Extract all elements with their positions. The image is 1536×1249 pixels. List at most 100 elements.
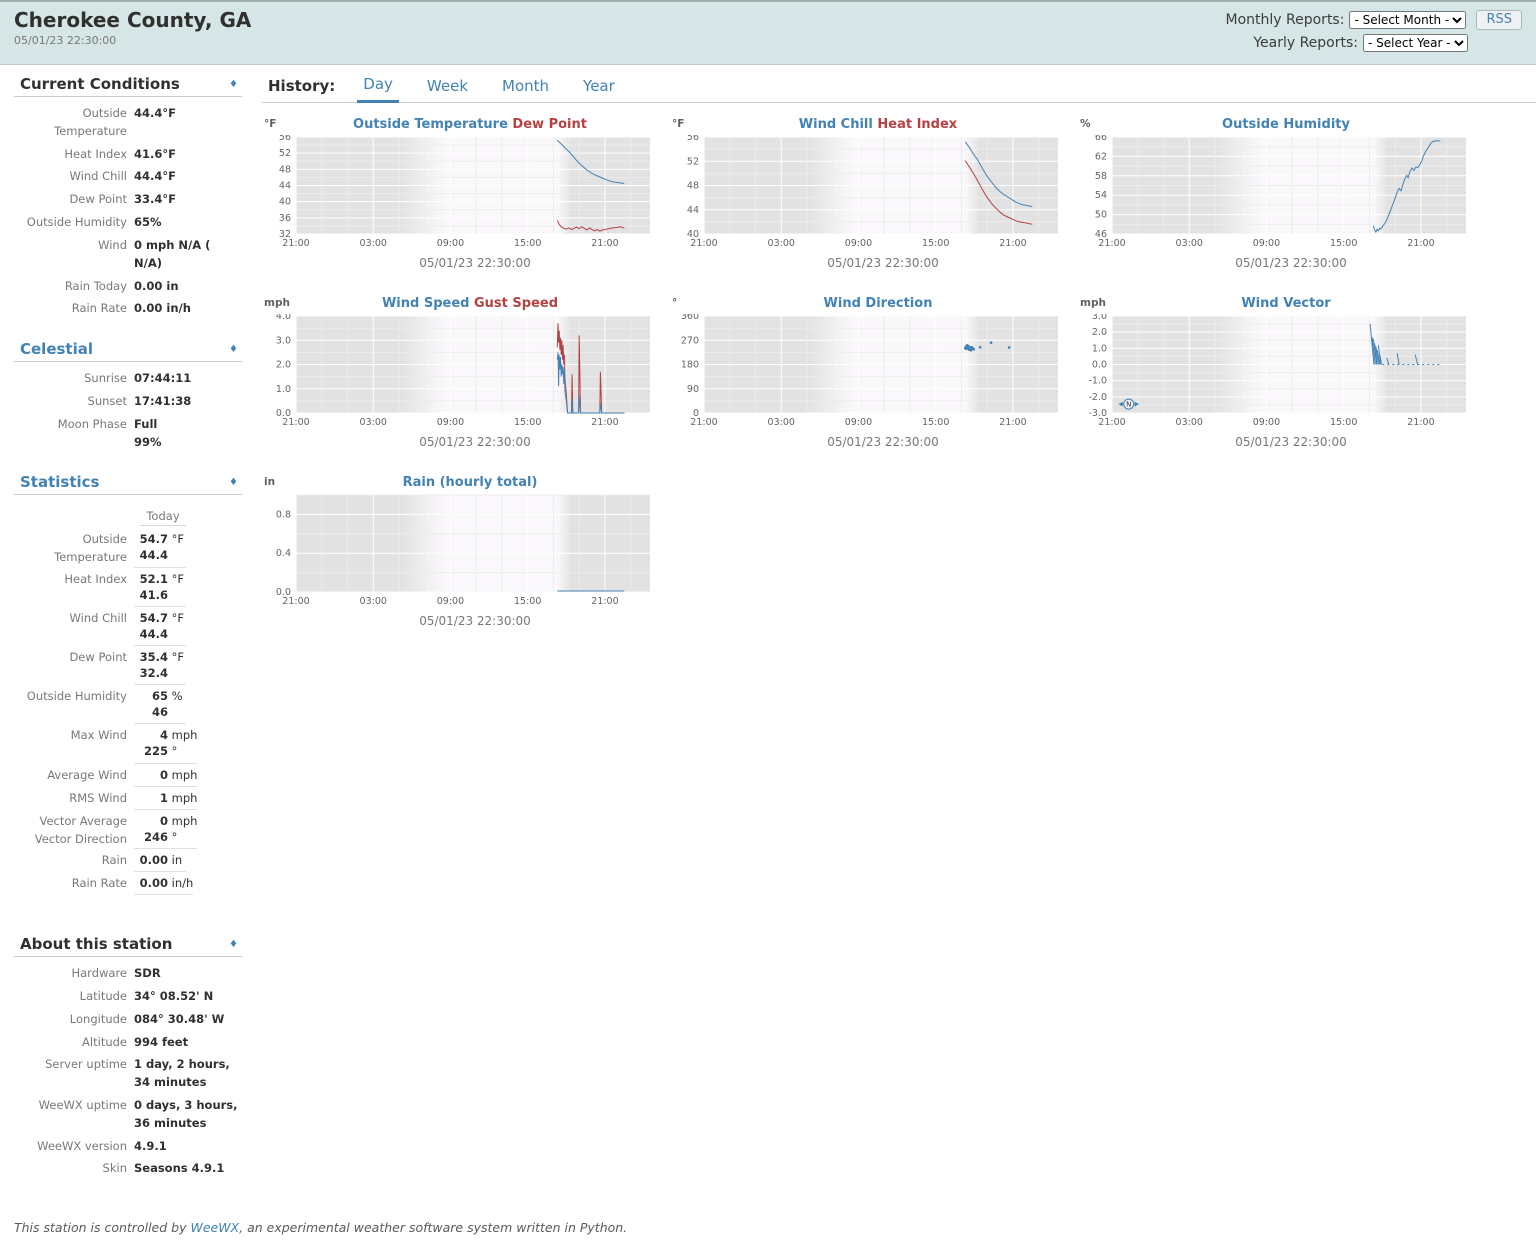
tab-year[interactable]: Year [577,77,621,102]
statistics-row: Max Wind4 mph225 ° [14,724,242,763]
current-condition-row-label: Heat Index [14,146,134,164]
statistics-row: Vector AverageVector Direction0 mph246 ° [14,810,242,849]
current-conditions-body: Outside Temperature44.4°FHeat Index41.6°… [14,97,242,318]
statistics-row-label: Wind Chill [14,607,134,646]
about-row: Altitude994 feet [14,1034,242,1052]
svg-text:21:00: 21:00 [690,417,717,428]
chart-unit-label: °F [672,118,684,130]
statistics-row-value: 0.00 in/h [134,872,193,895]
statistics-row-value: 0 mph [134,764,197,787]
yearly-reports-select[interactable]: - Select Year - [1363,34,1468,52]
chart-wind-vector: mphWind Vector3.02.01.00.0-1.0-2.0-3.021… [1078,296,1470,449]
svg-text:21:00: 21:00 [1098,417,1125,428]
collapse-diamond-icon[interactable]: ♦ [229,79,238,90]
celestial-header[interactable]: Celestial ♦ [14,340,242,362]
svg-text:48: 48 [279,164,291,175]
statistics-body: Outside Temperature54.7 °F44.4Heat Index… [14,528,242,895]
tab-month[interactable]: Month [496,77,555,102]
collapse-diamond-icon[interactable]: ♦ [229,939,238,950]
about-row-label: Skin [14,1160,134,1178]
history-label: History: [268,77,335,102]
celestial-row-label: Moon Phase [14,416,134,452]
chart-date-label: 05/01/23 22:30:00 [1078,435,1470,449]
current-condition-row-value: 0.00 in/h [134,300,191,318]
current-condition-row-value: 44.4°F [134,105,176,141]
svg-text:52: 52 [687,156,699,167]
svg-text:44: 44 [279,181,291,192]
current-condition-row: Dew Point33.4°F [14,191,242,209]
current-condition-row: Outside Humidity65% [14,214,242,232]
chart-plot: 3.02.01.00.0-1.0-2.0-3.021:0003:0009:001… [1078,314,1470,428]
current-condition-row-value: 33.4°F [134,191,176,209]
chart-wind-speed-gust-speed: mphWind Speed Gust Speed4.03.02.01.00.02… [262,296,654,449]
statistics-row: Wind Chill54.7 °F44.4 [14,607,242,646]
celestial-row: Sunset17:41:38 [14,393,242,411]
svg-text:15:00: 15:00 [514,238,541,249]
svg-text:0.8: 0.8 [276,509,291,520]
current-conditions-header[interactable]: Current Conditions ♦ [14,75,242,97]
chart-wind-direction: °Wind Direction36027018090021:0003:0009:… [670,296,1062,449]
statistics-row-value: 0 mph246 ° [134,810,197,849]
svg-text:21:00: 21:00 [591,596,618,607]
about-header[interactable]: About this station ♦ [14,935,242,957]
svg-text:15:00: 15:00 [922,417,949,428]
weewx-link[interactable]: WeeWX [190,1220,239,1235]
about-row-value: Seasons 4.9.1 [134,1160,224,1178]
statistics-row-value: 4 mph225 ° [134,724,197,763]
charts-grid: °FOutside Temperature Dew Point565248444… [262,103,1536,654]
current-condition-row-label: Rain Today [14,278,134,296]
statistics-row: Heat Index52.1 °F41.6 [14,568,242,607]
about-row-value: SDR [134,965,161,983]
current-condition-row-label: Outside Temperature [14,105,134,141]
collapse-diamond-icon[interactable]: ♦ [229,477,238,488]
about-row: SkinSeasons 4.9.1 [14,1160,242,1178]
svg-text:3.0: 3.0 [1092,314,1107,322]
current-condition-row-value: 0.00 in [134,278,179,296]
chart-plot: 4.03.02.01.00.021:0003:0009:0015:0021:00 [262,314,654,428]
about-row-value: 084° 30.48' W [134,1011,224,1029]
about-row: Server uptime1 day, 2 hours, 34 minutes [14,1056,242,1092]
chart-wind-chill-heat-index: °FWind Chill Heat Index565248444021:0003… [670,117,1062,270]
celestial-body: Sunrise07:44:11Sunset17:41:38Moon PhaseF… [14,362,242,451]
svg-text:03:00: 03:00 [360,596,387,607]
svg-text:44: 44 [687,205,699,216]
chart-unit-label: mph [1080,297,1106,309]
celestial-row-label: Sunrise [14,370,134,388]
statistics-row: Outside Temperature54.7 °F44.4 [14,528,242,567]
rss-button[interactable]: RSS [1476,10,1522,30]
svg-text:36: 36 [279,213,291,224]
svg-text:09:00: 09:00 [845,238,872,249]
statistics-header[interactable]: Statistics ♦ [14,473,242,495]
collapse-diamond-icon[interactable]: ♦ [229,344,238,355]
header-bar: Cherokee County, GA 05/01/23 22:30:00 Mo… [0,0,1536,65]
svg-text:56: 56 [687,135,699,143]
monthly-reports-select[interactable]: - Select Month - [1349,11,1466,29]
svg-text:2.0: 2.0 [276,360,291,371]
svg-text:-1.0: -1.0 [1088,376,1107,387]
current-condition-row: Wind0 mph N/A ( N/A) [14,237,242,273]
svg-text:21:00: 21:00 [690,238,717,249]
statistics-row: RMS Wind1 mph [14,787,242,810]
chart-plot: 0.80.40.021:0003:0009:0015:0021:00 [262,493,654,607]
about-row-label: Longitude [14,1011,134,1029]
svg-text:15:00: 15:00 [514,596,541,607]
celestial-row: Sunrise07:44:11 [14,370,242,388]
about-row-label: Server uptime [14,1056,134,1092]
celestial-row-label: Sunset [14,393,134,411]
chart-title: Wind Direction [670,296,1062,311]
tab-week[interactable]: Week [421,77,474,102]
chart-date-label: 05/01/23 22:30:00 [1078,256,1470,270]
chart-title: Wind Speed Gust Speed [262,296,654,311]
chart-title: Outside Humidity [1078,117,1470,132]
current-conditions-title: Current Conditions [20,75,180,93]
statistics-row-label: Vector AverageVector Direction [14,810,134,849]
statistics-row-value: 1 mph [134,787,197,810]
main-content: History: Day Week Month Year °FOutside T… [248,65,1536,654]
svg-text:15:00: 15:00 [1330,238,1357,249]
svg-text:56: 56 [279,135,291,143]
current-condition-row: Rain Today0.00 in [14,278,242,296]
tab-day[interactable]: Day [357,75,399,103]
svg-text:03:00: 03:00 [768,417,795,428]
svg-text:03:00: 03:00 [1176,238,1203,249]
svg-text:1.0: 1.0 [276,384,291,395]
